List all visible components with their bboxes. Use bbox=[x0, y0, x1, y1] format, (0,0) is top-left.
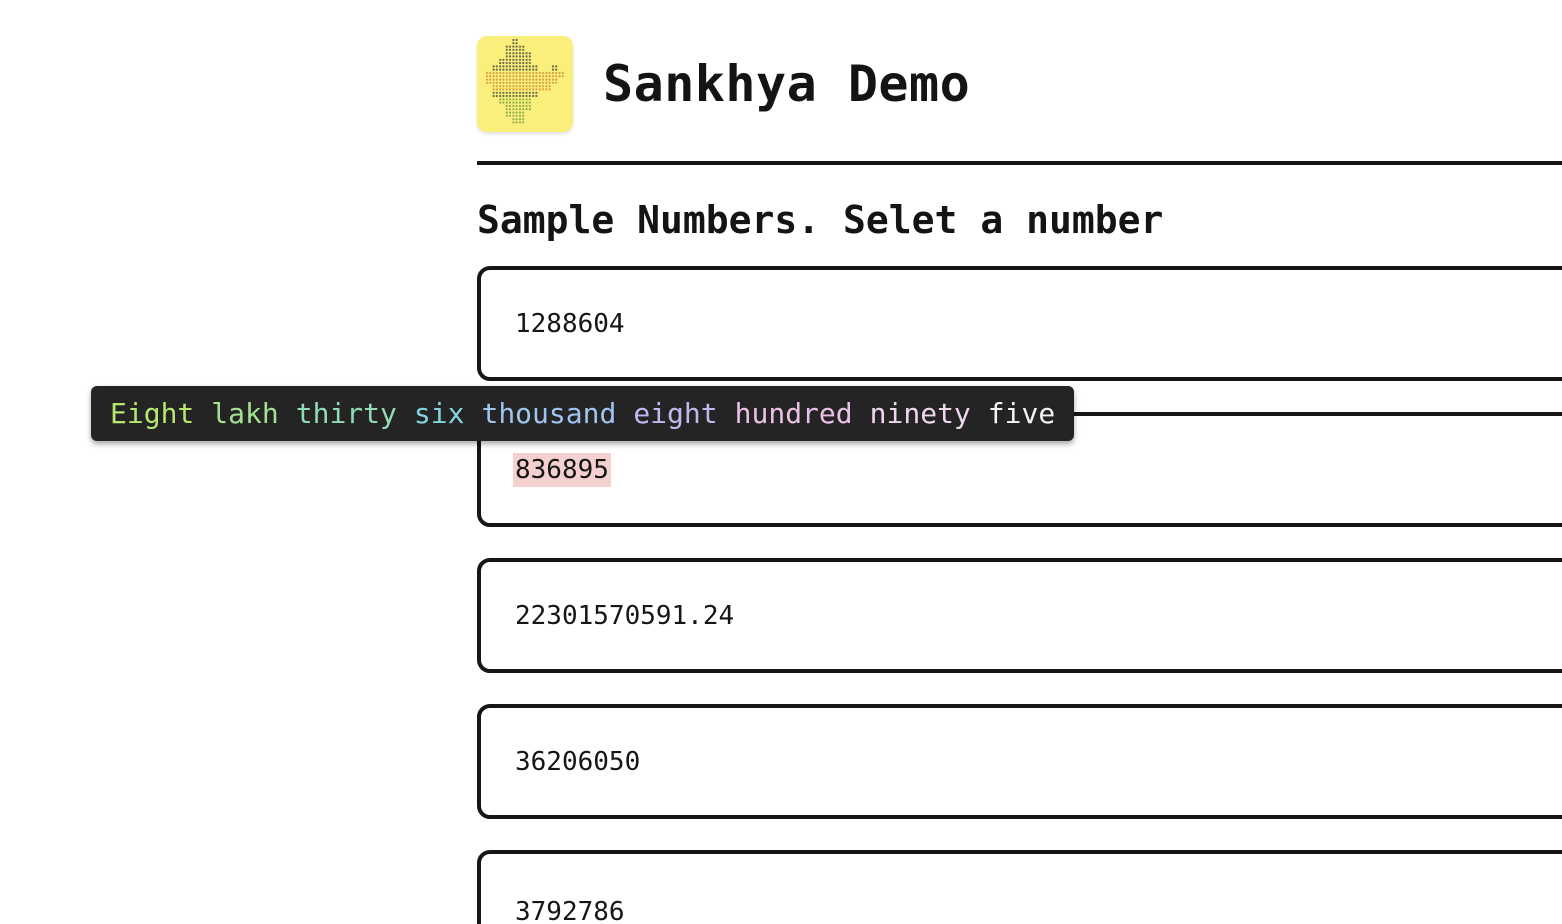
number-card[interactable]: 36206050 bbox=[477, 704, 1562, 819]
page: Sankhya Demo Sample Numbers. Selet a num… bbox=[0, 0, 1562, 924]
number-value: 1288604 bbox=[515, 308, 625, 339]
number-card[interactable]: 3792786 bbox=[477, 850, 1562, 924]
number-card[interactable]: 22301570591.24 bbox=[477, 558, 1562, 673]
section-title: Sample Numbers. Selet a number bbox=[477, 198, 1164, 242]
number-words-tooltip: Eight lakh thirty six thousand eight hun… bbox=[91, 386, 1075, 441]
tooltip-word: hundred bbox=[734, 397, 853, 430]
tooltip-word: Eight bbox=[110, 397, 195, 430]
tooltip-word: thousand bbox=[481, 397, 617, 430]
header: Sankhya Demo bbox=[477, 36, 970, 132]
page-title: Sankhya Demo bbox=[603, 55, 971, 113]
tooltip-word: lakh bbox=[211, 397, 279, 430]
number-value: 3792786 bbox=[515, 897, 625, 924]
logo bbox=[477, 36, 573, 132]
number-value: 22301570591.24 bbox=[515, 600, 735, 631]
number-value: 36206050 bbox=[515, 746, 641, 777]
tooltip-word: five bbox=[987, 397, 1056, 430]
tooltip-word: thirty bbox=[295, 397, 397, 430]
india-map-dot-icon bbox=[485, 38, 564, 124]
number-card[interactable]: 1288604 bbox=[477, 266, 1562, 381]
tooltip-word: six bbox=[413, 397, 465, 430]
number-value-selected: 836895 bbox=[513, 452, 611, 487]
tooltip-word: eight bbox=[633, 397, 718, 430]
divider bbox=[477, 161, 1562, 165]
tooltip-word: ninety bbox=[869, 397, 971, 430]
